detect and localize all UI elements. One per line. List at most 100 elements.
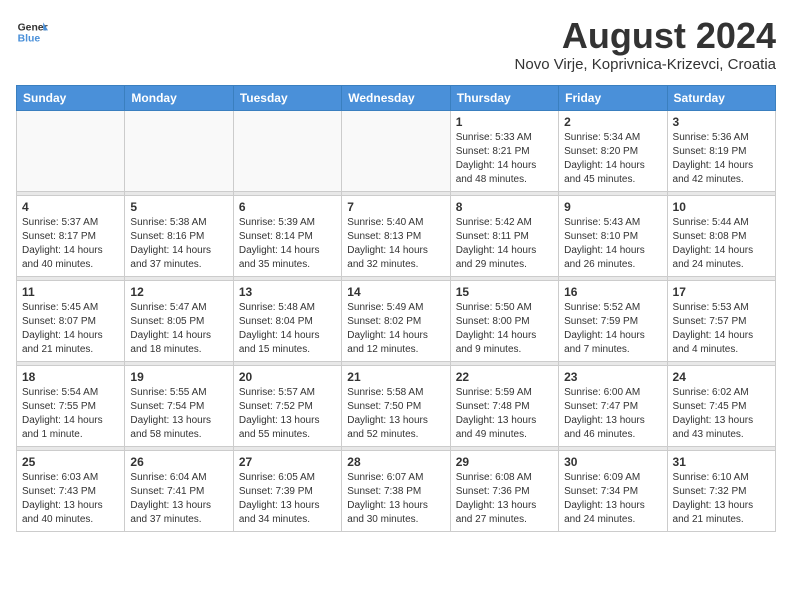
calendar-header-row: SundayMondayTuesdayWednesdayThursdayFrid… [17, 85, 776, 110]
day-info: Sunrise: 5:58 AM Sunset: 7:50 PM Dayligh… [347, 386, 444, 442]
calendar-cell: 7 Sunrise: 5:40 AM Sunset: 8:13 PM Daylig… [342, 195, 450, 276]
calendar-cell: 22Sunrise: 5:59 AM Sunset: 7:48 PM Dayli… [450, 365, 558, 446]
day-info: Sunrise: 5:49 AM Sunset: 8:02 PM Dayligh… [347, 301, 444, 357]
day-info: Sunrise: 6:07 AM Sunset: 7:38 PM Dayligh… [347, 471, 444, 527]
day-number: 17 [673, 285, 770, 299]
day-info: Sunrise: 5:40 AM Sunset: 8:13 PM Dayligh… [347, 216, 444, 272]
calendar-cell: 28 Sunrise: 6:07 AM Sunset: 7:38 PM Dayli… [342, 450, 450, 531]
calendar-cell [342, 110, 450, 191]
day-info: Sunrise: 6:00 AM Sunset: 7:47 PM Dayligh… [564, 386, 661, 442]
day-info: Sunrise: 5:54 AM Sunset: 7:55 PM Dayligh… [22, 386, 119, 442]
location-title: Novo Virje, Koprivnica-Krizevci, Croatia [515, 56, 776, 73]
day-number: 12 [130, 285, 227, 299]
calendar-week-2: 4 Sunrise: 5:37 AM Sunset: 8:17 PM Daylig… [17, 195, 776, 276]
calendar-cell: 16Sunrise: 5:52 AM Sunset: 7:59 PM Dayli… [559, 280, 667, 361]
day-info: Sunrise: 5:57 AM Sunset: 7:52 PM Dayligh… [239, 386, 336, 442]
calendar-cell: 31 Sunrise: 6:10 AM Sunset: 7:32 PM Dayli… [667, 450, 775, 531]
day-number: 3 [673, 115, 770, 129]
day-info: Sunrise: 5:43 AM Sunset: 8:10 PM Dayligh… [564, 216, 661, 272]
day-info: Sunrise: 5:36 AM Sunset: 8:19 PM Dayligh… [673, 131, 770, 187]
calendar-cell: 23 Sunrise: 6:00 AM Sunset: 7:47 PM Dayli… [559, 365, 667, 446]
day-number: 15 [456, 285, 553, 299]
calendar-cell: 4 Sunrise: 5:37 AM Sunset: 8:17 PM Daylig… [17, 195, 125, 276]
page-header: General Blue August 2024 Novo Virje, Kop… [16, 16, 776, 73]
day-info: Sunrise: 5:48 AM Sunset: 8:04 PM Dayligh… [239, 301, 336, 357]
calendar-week-1: 1 Sunrise: 5:33 AM Sunset: 8:21 PM Daylig… [17, 110, 776, 191]
calendar-cell: 5 Sunrise: 5:38 AM Sunset: 8:16 PM Daylig… [125, 195, 233, 276]
col-header-monday: Monday [125, 85, 233, 110]
calendar-cell: 27 Sunrise: 6:05 AM Sunset: 7:39 PM Dayli… [233, 450, 341, 531]
day-number: 19 [130, 370, 227, 384]
calendar-cell: 13 Sunrise: 5:48 AM Sunset: 8:04 PM Dayli… [233, 280, 341, 361]
day-number: 21 [347, 370, 444, 384]
calendar-cell: 1 Sunrise: 5:33 AM Sunset: 8:21 PM Daylig… [450, 110, 558, 191]
calendar-cell: 21 Sunrise: 5:58 AM Sunset: 7:50 PM Dayli… [342, 365, 450, 446]
day-number: 7 [347, 200, 444, 214]
day-info: Sunrise: 6:10 AM Sunset: 7:32 PM Dayligh… [673, 471, 770, 527]
day-info: Sunrise: 5:38 AM Sunset: 8:16 PM Dayligh… [130, 216, 227, 272]
day-number: 14 [347, 285, 444, 299]
calendar-cell: 26 Sunrise: 6:04 AM Sunset: 7:41 PM Dayli… [125, 450, 233, 531]
col-header-friday: Friday [559, 85, 667, 110]
calendar-cell: 6Sunrise: 5:39 AM Sunset: 8:14 PM Daylig… [233, 195, 341, 276]
calendar-cell: 3 Sunrise: 5:36 AM Sunset: 8:19 PM Daylig… [667, 110, 775, 191]
calendar-cell: 12 Sunrise: 5:47 AM Sunset: 8:05 PM Dayli… [125, 280, 233, 361]
col-header-tuesday: Tuesday [233, 85, 341, 110]
month-title: August 2024 [515, 16, 776, 56]
day-number: 18 [22, 370, 119, 384]
calendar-cell [17, 110, 125, 191]
day-number: 27 [239, 455, 336, 469]
day-number: 13 [239, 285, 336, 299]
day-info: Sunrise: 5:50 AM Sunset: 8:00 PM Dayligh… [456, 301, 553, 357]
day-number: 23 [564, 370, 661, 384]
day-number: 20 [239, 370, 336, 384]
col-header-sunday: Sunday [17, 85, 125, 110]
day-info: Sunrise: 5:37 AM Sunset: 8:17 PM Dayligh… [22, 216, 119, 272]
day-info: Sunrise: 6:04 AM Sunset: 7:41 PM Dayligh… [130, 471, 227, 527]
day-number: 2 [564, 115, 661, 129]
calendar-cell: 19 Sunrise: 5:55 AM Sunset: 7:54 PM Dayli… [125, 365, 233, 446]
calendar-cell: 9Sunrise: 5:43 AM Sunset: 8:10 PM Daylig… [559, 195, 667, 276]
day-number: 8 [456, 200, 553, 214]
title-block: August 2024 Novo Virje, Koprivnica-Krize… [515, 16, 776, 73]
day-number: 24 [673, 370, 770, 384]
day-number: 25 [22, 455, 119, 469]
day-number: 31 [673, 455, 770, 469]
day-info: Sunrise: 5:59 AM Sunset: 7:48 PM Dayligh… [456, 386, 553, 442]
day-info: Sunrise: 5:47 AM Sunset: 8:05 PM Dayligh… [130, 301, 227, 357]
day-info: Sunrise: 5:44 AM Sunset: 8:08 PM Dayligh… [673, 216, 770, 272]
col-header-wednesday: Wednesday [342, 85, 450, 110]
day-number: 29 [456, 455, 553, 469]
day-info: Sunrise: 5:53 AM Sunset: 7:57 PM Dayligh… [673, 301, 770, 357]
calendar-cell: 15 Sunrise: 5:50 AM Sunset: 8:00 PM Dayli… [450, 280, 558, 361]
day-number: 4 [22, 200, 119, 214]
calendar-cell: 30Sunrise: 6:09 AM Sunset: 7:34 PM Dayli… [559, 450, 667, 531]
day-info: Sunrise: 5:39 AM Sunset: 8:14 PM Dayligh… [239, 216, 336, 272]
calendar-cell: 24 Sunrise: 6:02 AM Sunset: 7:45 PM Dayli… [667, 365, 775, 446]
calendar-cell: 8 Sunrise: 5:42 AM Sunset: 8:11 PM Daylig… [450, 195, 558, 276]
day-number: 10 [673, 200, 770, 214]
calendar-cell: 2 Sunrise: 5:34 AM Sunset: 8:20 PM Daylig… [559, 110, 667, 191]
day-info: Sunrise: 5:33 AM Sunset: 8:21 PM Dayligh… [456, 131, 553, 187]
day-info: Sunrise: 5:45 AM Sunset: 8:07 PM Dayligh… [22, 301, 119, 357]
logo-icon: General Blue [16, 16, 48, 48]
day-info: Sunrise: 6:08 AM Sunset: 7:36 PM Dayligh… [456, 471, 553, 527]
day-info: Sunrise: 5:42 AM Sunset: 8:11 PM Dayligh… [456, 216, 553, 272]
calendar-cell: 18 Sunrise: 5:54 AM Sunset: 7:55 PM Dayli… [17, 365, 125, 446]
day-info: Sunrise: 5:34 AM Sunset: 8:20 PM Dayligh… [564, 131, 661, 187]
calendar-cell: 29 Sunrise: 6:08 AM Sunset: 7:36 PM Dayli… [450, 450, 558, 531]
day-number: 26 [130, 455, 227, 469]
day-number: 5 [130, 200, 227, 214]
day-info: Sunrise: 6:02 AM Sunset: 7:45 PM Dayligh… [673, 386, 770, 442]
calendar-cell: 11 Sunrise: 5:45 AM Sunset: 8:07 PM Dayli… [17, 280, 125, 361]
day-number: 11 [22, 285, 119, 299]
calendar-week-3: 11 Sunrise: 5:45 AM Sunset: 8:07 PM Dayli… [17, 280, 776, 361]
day-number: 30 [564, 455, 661, 469]
day-number: 1 [456, 115, 553, 129]
day-info: Sunrise: 6:05 AM Sunset: 7:39 PM Dayligh… [239, 471, 336, 527]
calendar-cell: 25Sunrise: 6:03 AM Sunset: 7:43 PM Dayli… [17, 450, 125, 531]
calendar-cell: 14 Sunrise: 5:49 AM Sunset: 8:02 PM Dayli… [342, 280, 450, 361]
calendar-cell: 17 Sunrise: 5:53 AM Sunset: 7:57 PM Dayli… [667, 280, 775, 361]
day-number: 28 [347, 455, 444, 469]
day-info: Sunrise: 5:55 AM Sunset: 7:54 PM Dayligh… [130, 386, 227, 442]
